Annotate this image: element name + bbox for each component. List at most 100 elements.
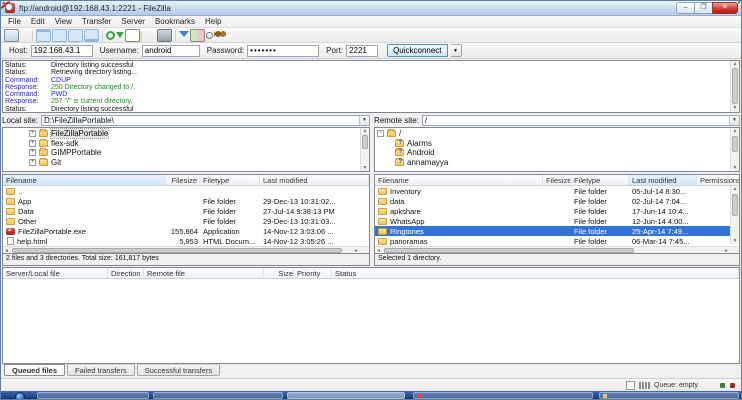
scrollbar-thumb[interactable] — [384, 248, 634, 253]
disconnect-icon[interactable] — [157, 29, 172, 42]
close-button[interactable]: ✕ — [712, 2, 738, 14]
column-header[interactable]: Server/Local file — [3, 268, 108, 278]
site-manager-dropdown-icon[interactable] — [20, 29, 29, 42]
minimize-button[interactable]: – — [676, 2, 695, 14]
column-header[interactable]: Filename — [375, 175, 543, 185]
queue-body[interactable] — [3, 279, 739, 363]
toggle-remote-tree-icon[interactable] — [68, 29, 83, 42]
toolbar-separator[interactable] — [100, 29, 105, 42]
expand-icon[interactable]: + — [29, 130, 36, 137]
maximize-button[interactable]: ❐ — [694, 2, 713, 14]
collapse-icon[interactable]: − — [377, 130, 384, 137]
remote-tree-item[interactable]: Android — [377, 148, 729, 158]
column-header[interactable]: Direction — [108, 268, 144, 278]
toolbar-separator[interactable] — [173, 29, 178, 42]
log-scrollbar[interactable] — [730, 61, 739, 112]
local-site-combo[interactable]: D:\FileZillaPortable\ ▼ — [41, 115, 370, 126]
Inventory[interactable]: Inventory File folder 05-Jul-14 8:30... — [375, 186, 739, 196]
find-files-icon[interactable] — [214, 29, 226, 42]
chevron-down-icon[interactable]: ▼ — [359, 116, 369, 125]
site-manager-icon[interactable] — [4, 29, 19, 42]
scrollbar-thumb[interactable] — [362, 135, 368, 149]
..[interactable]: .. — [3, 186, 369, 196]
App[interactable]: App File folder 29-Dec-13 10:31:02... — [3, 196, 369, 206]
column-header[interactable]: Priority — [294, 268, 332, 278]
process-queue-icon[interactable] — [116, 32, 124, 42]
panoramas[interactable]: panoramas File folder 06-Mar-14 7:45... — [375, 236, 739, 246]
toggle-message-log-icon[interactable] — [36, 29, 51, 42]
menu-item[interactable]: Help — [200, 17, 226, 26]
column-header[interactable]: Remote file — [144, 268, 264, 278]
scrollbar-thumb[interactable] — [732, 136, 738, 152]
Ringtones[interactable]: Ringtones File folder 25-Apr-14 7:49... — [375, 226, 739, 236]
taskbar-button[interactable] — [287, 392, 405, 399]
menu-item[interactable]: Server — [116, 17, 150, 26]
column-header[interactable]: Filesize — [166, 175, 200, 185]
FileZillaPortable.exe[interactable]: FileZillaPortable.exe 155,864 Applicatio… — [3, 226, 369, 236]
chevron-down-icon[interactable]: ▼ — [729, 116, 739, 125]
local-tree-item[interactable]: + GIMPPortable — [5, 148, 359, 158]
add-to-queue-icon[interactable] — [125, 29, 140, 42]
compare-directories-icon[interactable] — [190, 29, 205, 42]
taskbar-button[interactable] — [599, 392, 739, 399]
tab-queued-files[interactable]: Queued files — [4, 364, 65, 376]
column-header[interactable]: Filetype — [200, 175, 260, 185]
tab-failed-transfers[interactable]: Failed transfers — [67, 364, 135, 376]
taskbar-button[interactable] — [153, 392, 283, 399]
column-header[interactable]: Status — [332, 268, 739, 278]
WhatsApp[interactable]: WhatsApp File folder 12-Jun-14 4:00... — [375, 216, 739, 226]
column-header[interactable]: Size — [264, 268, 294, 278]
host-input[interactable] — [31, 45, 93, 57]
remote-tree-item[interactable]: annamayya — [377, 158, 729, 168]
port-input[interactable] — [346, 45, 378, 57]
local-tree-scrollbar[interactable] — [360, 128, 369, 171]
column-header[interactable]: Filename — [3, 175, 166, 185]
scrollbar-thumb[interactable] — [12, 248, 342, 253]
column-header[interactable]: Last modified — [629, 175, 697, 185]
local-tree-item[interactable]: + flex-sdk — [5, 139, 359, 149]
local-tree-item[interactable]: + Git — [5, 158, 359, 168]
menu-item[interactable]: Bookmarks — [150, 17, 200, 26]
tab-successful-transfers[interactable]: Successful transfers — [137, 364, 221, 376]
column-header[interactable]: Last modified — [260, 175, 369, 185]
column-header[interactable]: Filesize — [543, 175, 571, 185]
filter-icon[interactable] — [179, 31, 189, 42]
taskbar-button[interactable] — [413, 392, 593, 399]
menu-item[interactable]: File — [3, 17, 26, 26]
column-header[interactable]: Filetype — [571, 175, 629, 185]
toggle-local-tree-icon[interactable] — [52, 29, 67, 42]
Other[interactable]: Other File folder 29-Dec-13 10:31:03... — [3, 216, 369, 226]
menu-item[interactable]: Edit — [26, 17, 50, 26]
username-input[interactable] — [142, 45, 200, 57]
toolbar-separator[interactable] — [30, 29, 35, 42]
start-orb-icon[interactable] — [15, 392, 25, 399]
remote-site-combo[interactable]: / ▼ — [422, 115, 740, 126]
menu-item[interactable]: View — [50, 17, 77, 26]
help.html[interactable]: help.html 5,953 HTML Docum... 14-Nov-12 … — [3, 236, 369, 246]
remote-tree-item[interactable]: Alarms — [377, 139, 729, 149]
data[interactable]: data File folder 02-Jul-14 7:04... — [375, 196, 739, 206]
quickconnect-button[interactable]: Quickconnect — [387, 44, 447, 57]
scrollbar-thumb[interactable] — [732, 68, 738, 104]
local-tree-item[interactable]: + FileZillaPortable — [5, 129, 359, 139]
toggle-queue-icon[interactable] — [84, 29, 99, 42]
cancel-operation-icon[interactable] — [141, 29, 156, 42]
refresh-icon[interactable] — [106, 31, 115, 40]
synchronized-browsing-icon[interactable] — [206, 32, 213, 39]
menu-item[interactable]: Transfer — [77, 17, 117, 26]
remote-list-hscrollbar[interactable] — [375, 246, 739, 254]
expand-icon[interactable]: + — [29, 159, 36, 166]
remote-list-scrollbar[interactable] — [730, 186, 739, 244]
taskbar-button[interactable] — [37, 392, 149, 399]
quickconnect-dropdown-button[interactable]: ▼ — [451, 44, 462, 57]
password-input[interactable] — [247, 45, 319, 57]
apkshare[interactable]: apkshare File folder 17-Jun-14 10:4... — [375, 206, 739, 216]
titlebar[interactable]: ftp://android@192.168.43.1:2221 - FileZi… — [1, 1, 741, 16]
Data[interactable]: Data File folder 27-Jul-14 9:38:13 PM — [3, 206, 369, 216]
scrollbar-thumb[interactable] — [732, 194, 738, 216]
column-header[interactable]: Permissions — [697, 175, 740, 185]
expand-icon[interactable]: + — [29, 140, 36, 147]
remote-tree-scrollbar[interactable] — [730, 128, 739, 171]
local-list-hscrollbar[interactable] — [3, 246, 369, 254]
remote-tree-root[interactable]: − / — [377, 129, 729, 139]
